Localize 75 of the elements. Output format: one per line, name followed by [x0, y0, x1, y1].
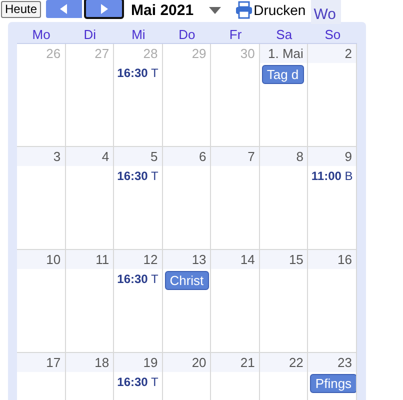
date-number: 19 — [143, 354, 159, 372]
date-number: 3 — [53, 148, 62, 166]
weekday-header: Do — [178, 27, 196, 43]
day-cell[interactable]: 21 — [211, 353, 260, 400]
event-entry[interactable]: 16:30 T — [114, 63, 158, 80]
date-number: 11 — [96, 251, 110, 269]
week-view-tab[interactable]: Wo — [310, 0, 341, 24]
date-number: 30 — [240, 45, 256, 63]
date-number: 12 — [143, 251, 159, 269]
next-button[interactable] — [84, 0, 124, 19]
date-number: 28 — [143, 45, 159, 63]
right-arrow-icon — [100, 4, 108, 14]
date-number: 22 — [288, 354, 304, 372]
date-number: 17 — [46, 354, 62, 372]
date-number: 2 — [344, 45, 353, 63]
date-number: 10 — [46, 251, 62, 269]
date-number: 29 — [192, 45, 208, 63]
date-number: 6 — [199, 148, 208, 166]
day-cell[interactable]: 23 Pfings — [308, 353, 357, 400]
weekday-header: Sa — [275, 27, 294, 43]
event-pill[interactable]: Christ — [164, 271, 209, 290]
day-cell[interactable]: 7 — [211, 147, 260, 250]
day-cell[interactable]: 15 — [260, 250, 308, 353]
event-entry[interactable]: 16:30 T — [114, 166, 158, 183]
date-number: 21 — [240, 354, 256, 372]
day-cell[interactable]: 19 16:30 T — [114, 353, 163, 400]
today-button[interactable]: Heute — [1, 0, 42, 18]
date-number: 4 — [102, 148, 110, 166]
weekday-header: Mi — [130, 27, 146, 43]
date-number: 23 — [338, 354, 353, 372]
day-cell[interactable]: 9 11:00 B — [308, 147, 357, 250]
date-number: 13 — [192, 251, 208, 269]
date-number: 16 — [338, 251, 353, 269]
event-entry[interactable]: 16:30 T — [114, 269, 158, 286]
day-cell[interactable]: 10 — [17, 250, 66, 353]
day-cell[interactable]: 17 — [17, 353, 66, 400]
day-cell[interactable]: 12 16:30 T — [114, 250, 163, 353]
date-number: 27 — [94, 45, 110, 63]
dropdown-caret-icon[interactable] — [208, 6, 221, 14]
day-cell[interactable]: 14 — [211, 250, 260, 353]
event-pill[interactable]: Tag d — [262, 65, 304, 84]
date-number: 8 — [296, 148, 304, 166]
date-number: 1. Mai — [268, 45, 304, 63]
date-number: 18 — [94, 354, 110, 372]
day-cell[interactable]: 5 16:30 T — [114, 147, 163, 250]
event-entry[interactable]: 16:30 T — [114, 372, 158, 389]
weekday-header: Fr — [228, 27, 243, 43]
weekday-header: So — [324, 27, 342, 43]
date-number: 15 — [288, 251, 304, 269]
day-cell[interactable]: 8 — [260, 147, 308, 250]
print-button[interactable]: Drucken — [234, 1, 306, 19]
day-cell[interactable]: 6 — [162, 147, 212, 250]
date-number: 7 — [248, 148, 256, 166]
day-cell[interactable]: 2 — [308, 44, 357, 147]
date-number: 9 — [344, 148, 353, 166]
date-number: 5 — [150, 148, 159, 166]
event-pill[interactable]: Pfings — [310, 374, 356, 393]
day-cell[interactable]: 4 — [66, 147, 114, 250]
date-number: 26 — [46, 45, 62, 63]
date-number: 14 — [240, 251, 256, 269]
day-cell[interactable]: 18 — [66, 353, 114, 400]
day-cell[interactable]: 22 — [260, 353, 308, 400]
day-cell[interactable]: 16 — [308, 250, 357, 353]
event-entry[interactable]: 11:00 B — [308, 166, 353, 183]
day-cell[interactable]: 1. Mai Tag d — [260, 44, 308, 147]
left-arrow-icon — [60, 4, 68, 14]
weekday-header: Di — [82, 27, 97, 43]
day-cell[interactable]: 3 — [17, 147, 66, 250]
weekday-header: Mo — [31, 27, 52, 43]
day-cell[interactable]: 20 — [162, 353, 212, 400]
month-title: Mai 2021 — [131, 2, 194, 18]
day-cell[interactable]: 28 16:30 T — [114, 44, 163, 147]
date-number: 20 — [192, 354, 208, 372]
day-cell[interactable]: 11 — [66, 250, 114, 353]
day-cell[interactable]: 13 Christ — [162, 250, 212, 353]
